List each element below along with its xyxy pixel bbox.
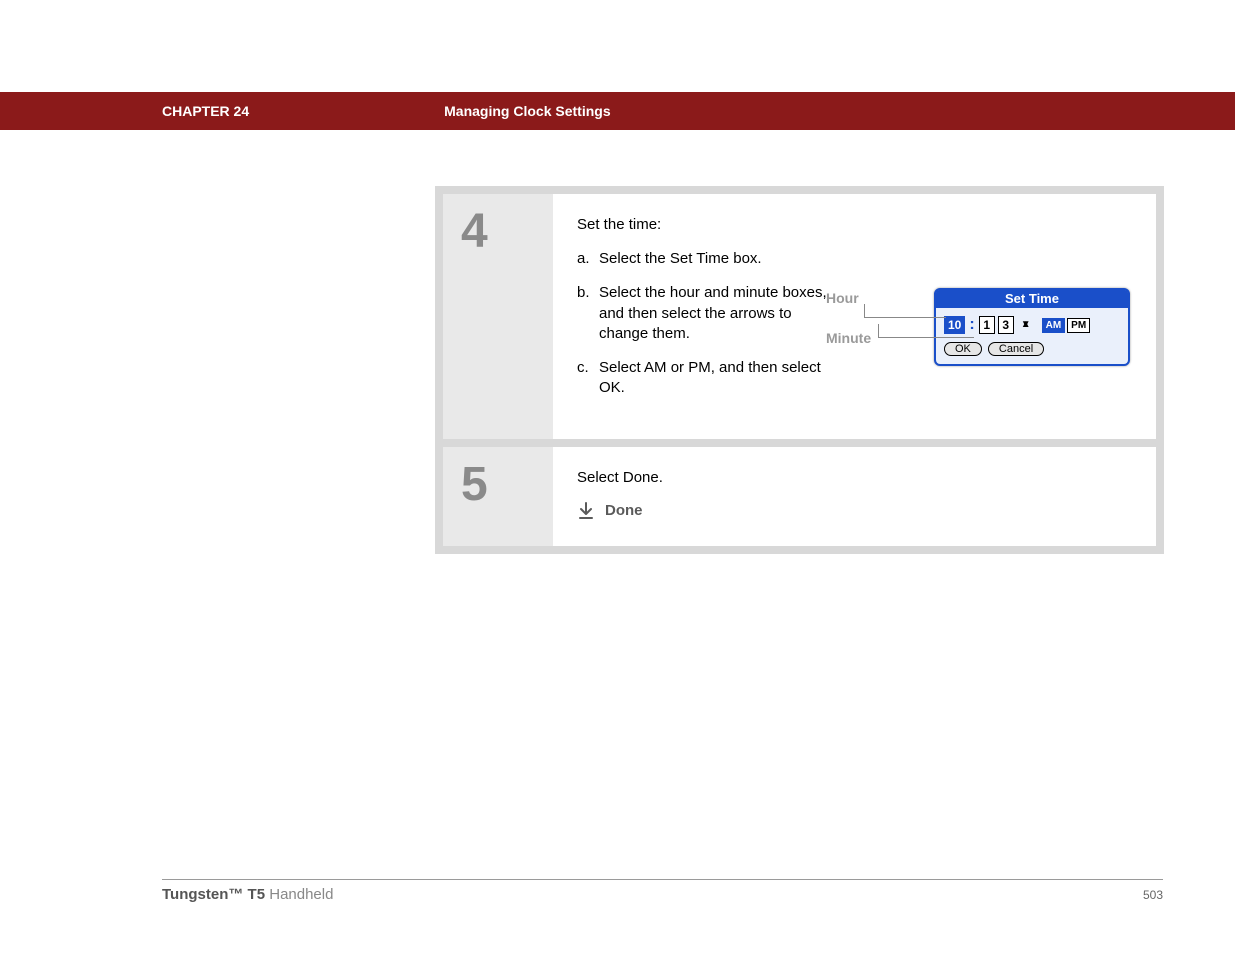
page-number: 503 <box>1143 888 1163 902</box>
step-number: 5 <box>461 461 535 509</box>
footer-product: Tungsten™ T5 Handheld <box>162 886 333 904</box>
substep-b: b. Select the hour and minute boxes, and… <box>577 283 837 344</box>
substep-marker: a. <box>577 249 599 269</box>
step-body: Select Done. Done <box>553 447 1156 546</box>
instruction-block: 4 Set the time: a. Select the Set Time b… <box>435 186 1164 554</box>
substep-text: Select the hour and minute boxes, and th… <box>599 283 837 344</box>
dialog-buttons: OK Cancel <box>944 342 1120 358</box>
substep-marker: c. <box>577 358 599 399</box>
callout-minute-line <box>878 324 974 338</box>
callout-hour-label: Hour <box>826 290 859 306</box>
ok-button[interactable]: OK <box>944 342 982 356</box>
chapter-label: CHAPTER 24 <box>162 103 249 119</box>
download-arrow-icon <box>577 502 595 520</box>
substep-text: Select AM or PM, and then select OK. <box>599 358 837 399</box>
done-label: Done <box>605 502 643 519</box>
cancel-button[interactable]: Cancel <box>988 342 1044 356</box>
substep-text: Select the Set Time box. <box>599 249 837 269</box>
page-root: CHAPTER 24 Managing Clock Settings 4 Set… <box>0 0 1235 954</box>
step-number-cell: 4 <box>443 194 553 439</box>
step-5-row: 5 Select Done. Done <box>443 447 1156 546</box>
callout-hour-line <box>864 304 946 318</box>
substep-marker: b. <box>577 283 599 344</box>
pm-toggle[interactable]: PM <box>1067 318 1090 333</box>
step-4-substeps: a. Select the Set Time box. b. Select th… <box>577 249 837 399</box>
ampm-group: AM PM <box>1042 318 1091 333</box>
am-toggle[interactable]: AM <box>1042 318 1066 333</box>
step-number-cell: 5 <box>443 447 553 546</box>
step-4-title: Set the time: <box>577 216 1132 233</box>
dialog-title: Set Time <box>936 290 1128 308</box>
footer-product-bold: Tungsten™ T5 <box>162 886 265 903</box>
chapter-header-bar: CHAPTER 24 Managing Clock Settings <box>0 92 1235 130</box>
page-footer: Tungsten™ T5 Handheld 503 <box>162 879 1163 904</box>
set-time-figure: Hour Minute Set Time 10 : 1 3 <box>934 288 1130 366</box>
done-indicator: Done <box>577 502 1132 520</box>
step-number: 4 <box>461 208 535 256</box>
substep-a: a. Select the Set Time box. <box>577 249 837 269</box>
substep-c: c. Select AM or PM, and then select OK. <box>577 358 837 399</box>
minute-tens-box[interactable]: 1 <box>979 316 995 334</box>
callout-minute-label: Minute <box>826 330 871 346</box>
footer-product-light: Handheld <box>265 886 333 903</box>
step-5-title: Select Done. <box>577 469 1132 486</box>
step-body: Set the time: a. Select the Set Time box… <box>553 194 1156 439</box>
step-4-row: 4 Set the time: a. Select the Set Time b… <box>443 194 1156 439</box>
minute-ones-box[interactable]: 3 <box>998 316 1014 334</box>
chapter-title: Managing Clock Settings <box>444 103 610 119</box>
